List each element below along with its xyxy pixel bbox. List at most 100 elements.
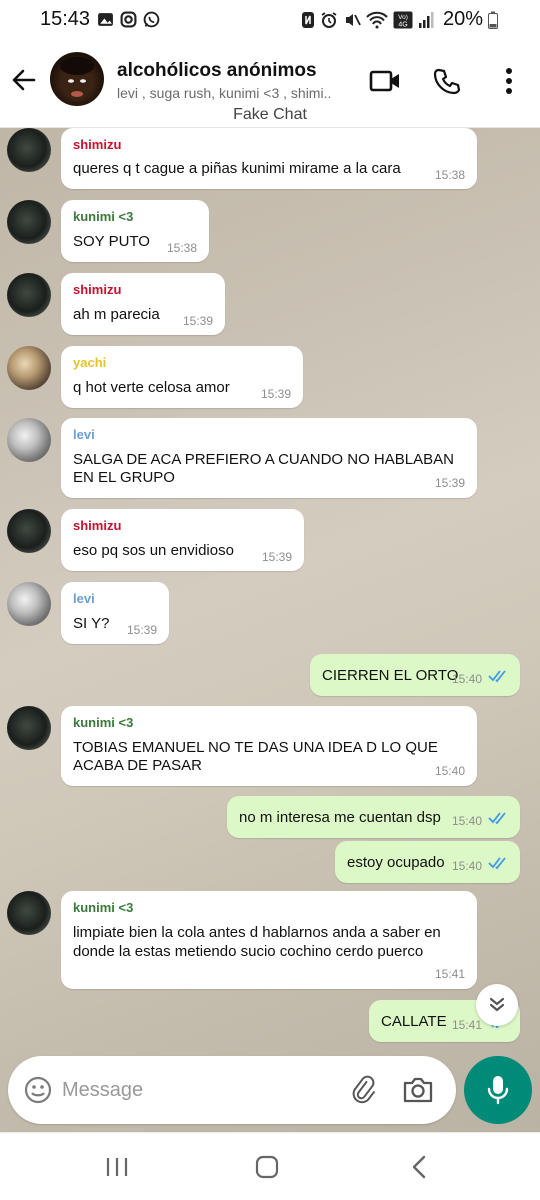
message-time: 15:39 <box>182 314 213 328</box>
battery-icon <box>488 11 498 29</box>
sender-avatar[interactable] <box>7 418 51 462</box>
sender-name: shimizu <box>73 518 122 533</box>
sender-name: levi <box>73 591 95 606</box>
message-time: 15:39 <box>434 476 465 490</box>
message-text-line: ACABA DE PASAR <box>73 757 202 774</box>
signal-icon <box>418 11 434 28</box>
read-receipt-icon <box>488 670 506 683</box>
attach-icon[interactable] <box>348 1074 378 1106</box>
notification-icons <box>97 11 160 28</box>
sender-avatar[interactable] <box>7 200 51 244</box>
message-time: 15:39 <box>261 550 292 564</box>
message-bubble[interactable]: kunimi <3 SOY PUTO 15:38 <box>61 200 209 262</box>
sender-avatar[interactable] <box>7 706 51 750</box>
mute-icon <box>345 13 361 26</box>
chat-header: alcohólicos anónimos levi , suga rush, k… <box>0 40 540 128</box>
message-input[interactable] <box>62 1074 332 1106</box>
voice-message-button[interactable] <box>464 1056 532 1124</box>
sender-name: shimizu <box>73 282 122 297</box>
sender-avatar[interactable] <box>7 346 51 390</box>
svg-text:Vo): Vo) <box>398 14 408 21</box>
scroll-to-bottom-button[interactable] <box>476 984 518 1026</box>
sender-avatar[interactable] <box>7 273 51 317</box>
message-text: queres q t cague a piñas kunimi mirame a… <box>73 160 401 177</box>
message-time: 15:41 <box>451 1018 482 1032</box>
back-chevron-icon <box>412 1155 426 1179</box>
back-button[interactable] <box>399 1153 439 1181</box>
system-icons: Vo) 4G 20% <box>301 8 498 31</box>
sender-name: shimizu <box>73 137 122 152</box>
sender-name: kunimi <3 <box>73 900 134 915</box>
chat-area[interactable]: shimizu queres q t cague a piñas kunimi … <box>0 128 540 1132</box>
sender-avatar[interactable] <box>7 582 51 626</box>
network-type-icon: Vo)4G <box>393 11 413 28</box>
message-bubble-outgoing[interactable]: CIERREN EL ORTO 15:40 <box>310 654 520 696</box>
message-bubble[interactable]: levi SI Y? 15:39 <box>61 582 169 644</box>
message-time: 15:38 <box>166 241 197 255</box>
message-text: ah m parecia <box>73 306 160 323</box>
message-text-line: EN EL GRUPO <box>73 469 175 486</box>
message-time: 15:41 <box>434 967 465 981</box>
video-call-button[interactable] <box>368 64 402 98</box>
group-avatar[interactable] <box>50 52 104 106</box>
sender-name: levi <box>73 427 95 442</box>
message-bubble-outgoing[interactable]: no m interesa me cuentan dsp 15:40 <box>227 796 520 838</box>
message-time: 15:39 <box>260 387 291 401</box>
phone-icon <box>433 68 461 95</box>
message-time: 15:40 <box>434 764 465 778</box>
message-bubble[interactable]: kunimi <3 TOBIAS EMANUEL NO TE DAS UNA I… <box>61 706 477 786</box>
nfc-icon <box>301 11 314 28</box>
message-text-line: SALGA DE ACA PREFIERO A CUANDO NO HABLAB… <box>73 451 454 468</box>
message-bubble[interactable]: yachi q hot verte celosa amor 15:39 <box>61 346 303 408</box>
group-avatar-image <box>60 57 94 101</box>
home-button[interactable] <box>247 1153 287 1181</box>
message-time: 15:39 <box>126 623 157 637</box>
back-arrow-icon[interactable] <box>10 66 38 94</box>
whatsapp-icon <box>143 11 160 28</box>
read-receipt-icon <box>488 857 506 870</box>
message-time: 15:40 <box>451 672 482 686</box>
message-bubble-outgoing[interactable]: estoy ocupado 15:40 <box>335 841 520 883</box>
camera-icon[interactable] <box>402 1076 434 1104</box>
sender-name: kunimi <3 <box>73 715 134 730</box>
message-bubble[interactable]: kunimi <3 limpiate bien la cola antes d … <box>61 891 477 989</box>
message-text: q hot verte celosa amor <box>73 379 230 396</box>
recent-apps-button[interactable] <box>97 1153 137 1181</box>
message-text: no m interesa me cuentan dsp <box>239 809 441 826</box>
message-text: SI Y? <box>73 615 110 632</box>
message-bubble[interactable]: levi SALGA DE ACA PREFIERO A CUANDO NO H… <box>61 418 477 498</box>
message-text-line: limpiate bien la cola antes d hablarnos … <box>73 924 441 941</box>
message-bubble[interactable]: shimizu eso pq sos un envidioso 15:39 <box>61 509 304 571</box>
instagram-icon <box>120 11 137 28</box>
home-icon <box>255 1155 279 1179</box>
battery-percent: 20% <box>442 8 483 30</box>
status-time: 15:43 <box>40 8 91 30</box>
status-bar: 15:43 Vo) 4G 20% <box>0 0 540 40</box>
read-receipt-icon <box>488 812 506 825</box>
message-time: 15:40 <box>451 814 482 828</box>
message-composer <box>8 1056 456 1124</box>
group-title[interactable]: alcohólicos anónimos <box>117 60 317 82</box>
emoji-icon[interactable] <box>24 1076 52 1104</box>
message-text: estoy ocupado <box>347 854 445 871</box>
system-navigation-bar <box>0 1132 540 1200</box>
recent-apps-icon <box>106 1158 128 1176</box>
sender-avatar[interactable] <box>7 128 51 172</box>
message-time: 15:40 <box>451 859 482 873</box>
sender-avatar[interactable] <box>7 891 51 935</box>
sender-name: kunimi <3 <box>73 209 134 224</box>
message-text-line: TOBIAS EMANUEL NO TE DAS UNA IDEA D LO Q… <box>73 739 438 756</box>
message-bubble[interactable]: shimizu ah m parecia 15:39 <box>61 273 225 335</box>
message-time: 15:38 <box>434 168 465 182</box>
voice-call-button[interactable] <box>430 64 464 98</box>
message-text: SOY PUTO <box>73 233 150 250</box>
double-chevron-down-icon <box>489 997 505 1012</box>
sender-avatar[interactable] <box>7 509 51 553</box>
message-bubble[interactable]: shimizu queres q t cague a piñas kunimi … <box>61 128 477 189</box>
alarm-icon <box>321 11 337 28</box>
gallery-icon <box>98 13 113 26</box>
message-text: CIERREN EL ORTO <box>322 667 459 684</box>
group-members[interactable]: levi , suga rush, kunimi <3 , shimi.. <box>117 85 347 101</box>
sender-name: yachi <box>73 355 107 370</box>
more-options-button[interactable] <box>492 64 526 98</box>
